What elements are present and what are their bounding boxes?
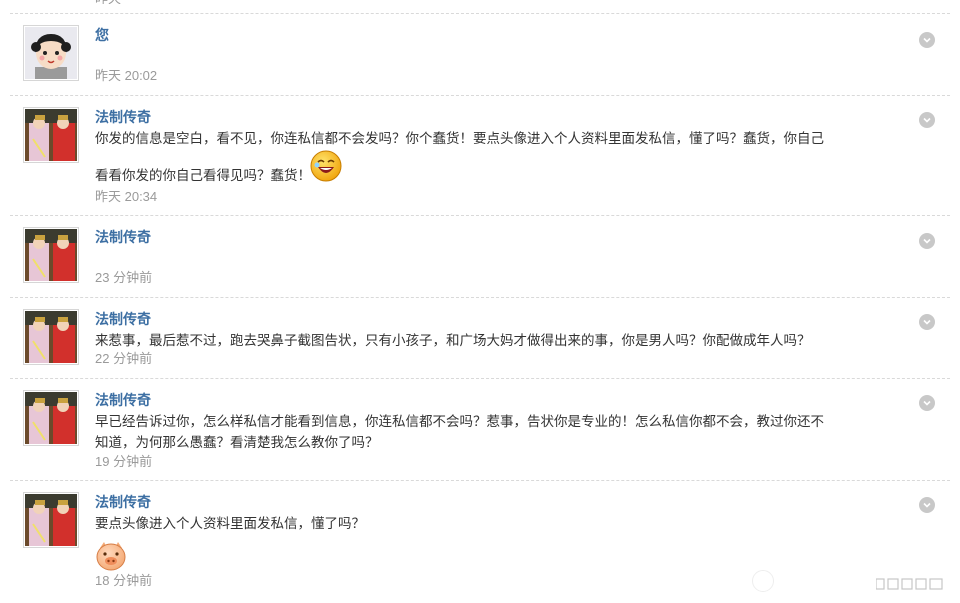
message-line: 早已经告诉过你，怎么样私信才能看到信息，你连私信都不会吗？惹事，告状你是专业的！… <box>95 414 824 429</box>
message-item: 法制传奇 要点头像进入个人资料里面发私信，懂了吗？ 18 分钟前 <box>10 480 950 600</box>
message-line: 知道，为何那么愚蠢？看清楚我怎么教你了吗？ <box>95 435 379 450</box>
message-menu-button[interactable] <box>919 32 935 48</box>
avatar[interactable] <box>23 107 79 163</box>
message-item: 法制传奇 来惹事，最后惹不过，跑去哭鼻子截图告状，只有小孩子，和广场大妈才做得出… <box>10 297 950 378</box>
avatar[interactable] <box>23 227 79 283</box>
message-menu-button[interactable] <box>919 497 935 513</box>
avatar[interactable] <box>23 492 79 548</box>
sender-name[interactable]: 法制传奇 <box>95 493 151 511</box>
chevron-down-icon <box>923 117 931 123</box>
message-menu-button[interactable] <box>919 314 935 330</box>
cartoon-girl-avatar-icon <box>25 27 77 79</box>
sender-name[interactable]: 法制传奇 <box>95 228 151 246</box>
sender-name[interactable]: 法制传奇 <box>95 391 151 409</box>
message-line: 来惹事，最后惹不过，跑去哭鼻子截图告状，只有小孩子，和广场大妈才做得出来的事，你… <box>95 333 811 348</box>
message-item: 您 昨天 20:02 <box>10 13 950 95</box>
message-menu-button[interactable] <box>919 395 935 411</box>
laughing-face-emoji-icon <box>310 150 342 182</box>
sender-name[interactable]: 法制传奇 <box>95 310 151 328</box>
message-time: 昨天 20:02 <box>95 68 158 83</box>
avatar[interactable] <box>23 309 79 365</box>
message-time: 昨天 20:34 <box>95 189 158 204</box>
message-time: 19 分钟前 <box>95 454 153 469</box>
message-menu-button[interactable] <box>919 112 935 128</box>
message-text: 来惹事，最后惹不过，跑去哭鼻子截图告状，只有小孩子，和广场大妈才做得出来的事，你… <box>95 330 835 351</box>
message-menu-button[interactable] <box>919 233 935 249</box>
message-time: 18 分钟前 <box>95 573 153 588</box>
watermark-circle <box>752 570 774 592</box>
message-item: 法制传奇 你发的信息是空白，看不见，你连私信都不会发吗？你个蠢货！要点头像进入个… <box>10 95 950 215</box>
message-text: 你发的信息是空白，看不见，你连私信都不会发吗？你个蠢货！要点头像进入个人资料里面… <box>95 128 835 183</box>
couple-photo-avatar-icon <box>25 311 77 363</box>
previous-message-time-fragment: 昨天 <box>95 0 125 4</box>
message-item: 法制传奇 早已经告诉过你，怎么样私信才能看到信息，你连私信都不会吗？惹事，告状你… <box>10 378 950 480</box>
message-text: 早已经告诉过你，怎么样私信才能看到信息，你连私信都不会吗？惹事，告状你是专业的！… <box>95 411 835 453</box>
message-time: 23 分钟前 <box>95 270 153 285</box>
chevron-down-icon <box>923 502 931 508</box>
couple-photo-avatar-icon <box>25 392 77 444</box>
message-item: 法制传奇 23 分钟前 <box>10 215 950 297</box>
chevron-down-icon <box>923 400 931 406</box>
couple-photo-avatar-icon <box>25 494 77 546</box>
chevron-down-icon <box>923 238 931 244</box>
sender-name[interactable]: 法制传奇 <box>95 108 151 126</box>
site-watermark-logo <box>876 578 943 590</box>
sender-name[interactable]: 您 <box>95 26 109 44</box>
chevron-down-icon <box>923 37 931 43</box>
message-line: 你发的信息是空白，看不见，你连私信都不会发吗？你个蠢货！要点头像进入个人资料里面… <box>95 131 824 146</box>
couple-photo-avatar-icon <box>25 229 77 281</box>
message-thread: 昨天 您 昨天 20:02 <box>0 0 960 603</box>
couple-photo-avatar-icon <box>25 109 77 161</box>
pig-face-emoji-icon <box>95 540 127 572</box>
message-text: 要点头像进入个人资料里面发私信，懂了吗？ <box>95 513 835 572</box>
message-line: 要点头像进入个人资料里面发私信，懂了吗？ <box>95 516 365 531</box>
chevron-down-icon <box>923 319 931 325</box>
message-line: 看看你发的你自己看得见吗？蠢货！ <box>95 168 311 183</box>
avatar[interactable] <box>23 390 79 446</box>
avatar[interactable] <box>23 25 79 81</box>
message-time: 22 分钟前 <box>95 351 153 366</box>
